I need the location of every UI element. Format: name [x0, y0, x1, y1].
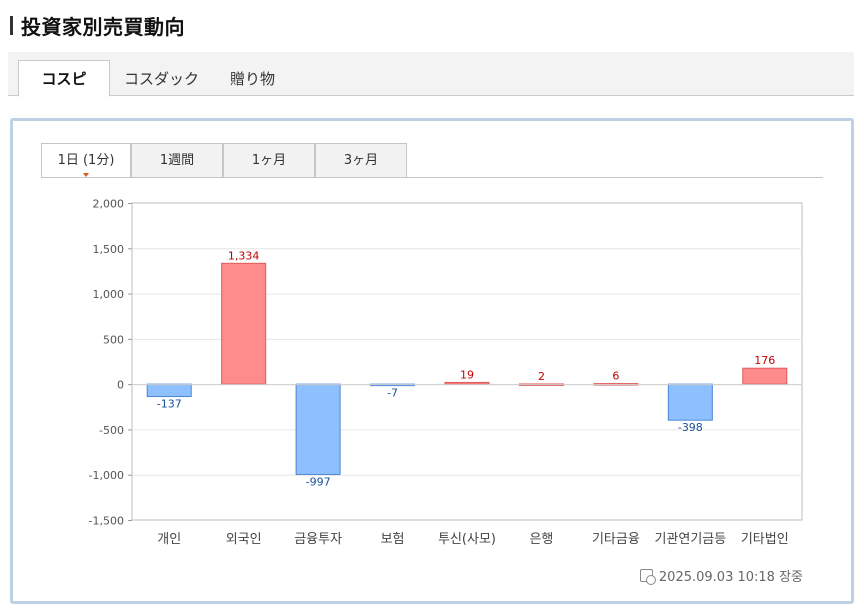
tab-kospi[interactable]: コスピ: [18, 60, 110, 97]
data-label: -997: [306, 475, 331, 488]
x-tick-label: 기타법인: [741, 532, 789, 547]
x-tick-label: 기관연기금등: [654, 532, 726, 547]
bar-chart: 2,000 1,500 1,000 500 0 -500 -1,000 -1,500 -137 개…: [89, 198, 803, 547]
data-label: -137: [157, 398, 182, 411]
timestamp: 2025.09.03 10:18 장중: [639, 566, 803, 585]
data-label: -398: [678, 421, 703, 434]
data-label: 1,334: [228, 249, 260, 262]
y-tick-label: 1,500: [93, 243, 125, 256]
data-label: -7: [387, 387, 398, 400]
timestamp-text: 2025.09.03 10:18 장중: [658, 570, 803, 585]
bar: [444, 381, 490, 385]
x-tick-label: 기타금융: [592, 532, 640, 547]
bar: [221, 262, 267, 385]
y-tick-label: -1,500: [89, 515, 124, 528]
y-tick-label: -1,000: [89, 469, 124, 482]
data-label: 19: [460, 368, 474, 381]
y-tick-label: -500: [99, 424, 124, 437]
section-header: 投資家別売買動向: [10, 12, 185, 39]
market-tabs: コスピ コスダック 贈り物: [8, 52, 854, 97]
x-tick-label: 외국인: [226, 532, 262, 547]
bar: [295, 383, 341, 475]
tab-kosdaq[interactable]: コスダック: [124, 62, 199, 96]
title-bar-mark: [10, 15, 13, 35]
y-tick-label: 0: [117, 379, 124, 392]
y-tick-label: 2,000: [93, 198, 125, 211]
y-tick-label: 500: [103, 333, 124, 346]
y-tick-label: 1,000: [93, 288, 125, 301]
tab-gifts[interactable]: 贈り物: [230, 62, 275, 96]
x-tick-label: 금융투자: [294, 532, 342, 547]
x-tick-label: 보험: [381, 532, 405, 547]
calendar-clock-icon: [639, 569, 656, 585]
bar: [146, 383, 192, 398]
chart-panel: 1日 (1分) 1週間 1ヶ月 3ヶ月 2,000 1,500 1,000 500 0-…: [10, 118, 854, 604]
page-title: 投資家別売買動向: [21, 14, 185, 39]
data-label: 6: [612, 370, 619, 383]
x-tick-label: 은행: [529, 531, 553, 547]
data-label: 176: [754, 354, 775, 367]
bar: [742, 367, 788, 385]
x-tick-label: 개인: [157, 532, 181, 547]
x-tick-label: 투신(사모): [438, 532, 496, 547]
data-label: 2: [538, 370, 545, 383]
bar: [667, 383, 713, 421]
